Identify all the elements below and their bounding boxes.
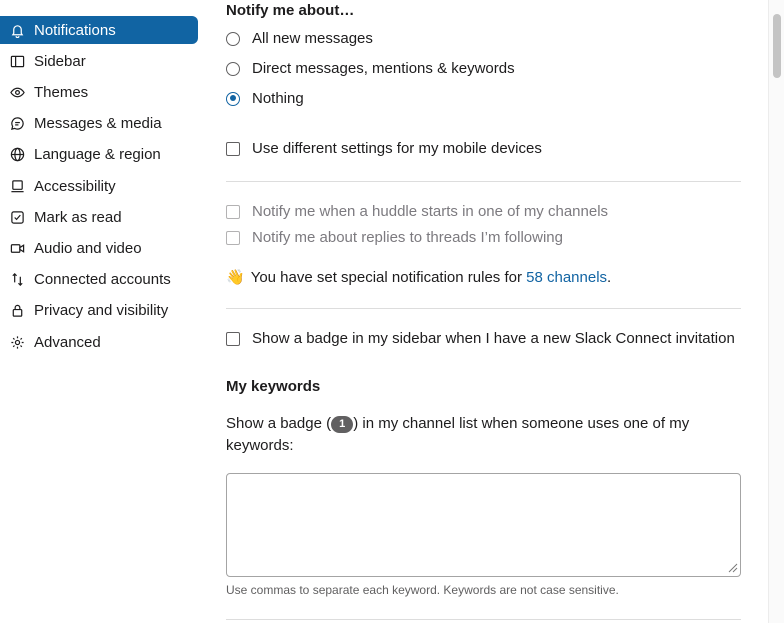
slack-connect-badge-checkbox[interactable] bbox=[226, 331, 240, 346]
option-nothing[interactable]: Nothing bbox=[226, 90, 304, 107]
lock-icon bbox=[9, 302, 25, 318]
sidebar-item-label: Audio and video bbox=[34, 239, 142, 257]
preferences-sidebar: Notifications Sidebar Themes Messages & … bbox=[0, 0, 205, 623]
sidebar-item-messages-media[interactable]: Messages & media bbox=[0, 109, 198, 137]
keywords-heading: My keywords bbox=[226, 378, 321, 395]
mobile-settings-checkbox[interactable] bbox=[226, 141, 240, 156]
vertical-scrollbar[interactable] bbox=[768, 0, 784, 623]
sidebar-item-mark-as-read[interactable]: Mark as read bbox=[0, 203, 198, 231]
sidebar-item-label: Notifications bbox=[34, 21, 116, 39]
option-label: Use different settings for my mobile dev… bbox=[252, 140, 542, 157]
sidebar-item-audio-video[interactable]: Audio and video bbox=[0, 234, 198, 262]
arrows-icon bbox=[9, 271, 25, 287]
divider bbox=[226, 181, 741, 182]
sidebar-item-privacy-visibility[interactable]: Privacy and visibility bbox=[0, 296, 198, 324]
sidebar-item-connected-accounts[interactable]: Connected accounts bbox=[0, 265, 198, 293]
radio-direct-messages[interactable] bbox=[226, 61, 240, 76]
radio-nothing[interactable] bbox=[226, 91, 240, 106]
sidebar-item-sidebar[interactable]: Sidebar bbox=[0, 47, 198, 75]
huddle-checkbox[interactable] bbox=[226, 204, 240, 219]
wave-emoji-icon: 👋 bbox=[226, 269, 245, 286]
huddle-option[interactable]: Notify me when a huddle starts in one of… bbox=[226, 203, 608, 220]
notify-heading: Notify me about… bbox=[226, 2, 355, 19]
message-icon bbox=[9, 115, 25, 131]
keywords-description: Show a badge (1) in my channel list when… bbox=[226, 413, 716, 457]
video-icon bbox=[9, 240, 25, 256]
sidebar-item-label: Advanced bbox=[34, 333, 101, 351]
sidebar-item-label: Themes bbox=[34, 83, 89, 101]
notifications-panel: Notify me about… All new messages Direct… bbox=[226, 0, 742, 623]
accessibility-icon bbox=[9, 178, 25, 194]
sidebar-item-notifications[interactable]: Notifications bbox=[0, 16, 198, 44]
special-rules-text: You have set special notification rules … bbox=[250, 269, 527, 286]
eye-icon bbox=[9, 84, 25, 100]
divider bbox=[226, 619, 741, 620]
option-label: Show a badge in my sidebar when I have a… bbox=[252, 330, 735, 347]
keywords-desc-before: Show a badge ( bbox=[226, 415, 332, 432]
sidebar-item-accessibility[interactable]: Accessibility bbox=[0, 172, 198, 200]
threads-option[interactable]: Notify me about replies to threads I’m f… bbox=[226, 229, 563, 246]
bell-icon bbox=[9, 22, 25, 38]
option-label: Nothing bbox=[252, 90, 304, 107]
special-rules-suffix: . bbox=[607, 269, 612, 286]
sidebar-item-label: Mark as read bbox=[34, 208, 122, 226]
option-label: All new messages bbox=[252, 30, 373, 47]
sidebar-item-language-region[interactable]: Language & region bbox=[0, 140, 198, 168]
keywords-input[interactable] bbox=[226, 473, 741, 577]
threads-checkbox[interactable] bbox=[226, 230, 240, 245]
scrollbar-thumb[interactable] bbox=[773, 14, 781, 78]
sidebar-item-themes[interactable]: Themes bbox=[0, 78, 198, 106]
mobile-settings-option[interactable]: Use different settings for my mobile dev… bbox=[226, 140, 542, 157]
sidebar-icon bbox=[9, 53, 25, 69]
sidebar-item-label: Privacy and visibility bbox=[34, 301, 169, 319]
option-direct-messages[interactable]: Direct messages, mentions & keywords bbox=[226, 60, 515, 77]
preferences-window: Notifications Sidebar Themes Messages & … bbox=[0, 0, 784, 623]
channels-link[interactable]: 58 channels bbox=[526, 269, 607, 286]
sidebar-item-label: Connected accounts bbox=[34, 270, 171, 288]
check-icon bbox=[9, 209, 25, 225]
resize-grip-icon[interactable] bbox=[726, 561, 738, 573]
option-all-new-messages[interactable]: All new messages bbox=[226, 30, 373, 47]
globe-icon bbox=[9, 146, 25, 162]
sidebar-item-label: Accessibility bbox=[34, 177, 116, 195]
divider bbox=[226, 308, 741, 309]
sidebar-item-label: Messages & media bbox=[34, 114, 162, 132]
sidebar-item-advanced[interactable]: Advanced bbox=[0, 328, 198, 356]
keywords-help-text: Use commas to separate each keyword. Key… bbox=[226, 583, 619, 597]
gear-icon bbox=[9, 334, 25, 350]
slack-connect-badge-option[interactable]: Show a badge in my sidebar when I have a… bbox=[226, 330, 735, 347]
option-label: Notify me when a huddle starts in one of… bbox=[252, 203, 609, 220]
option-label: Direct messages, mentions & keywords bbox=[252, 60, 515, 77]
radio-all-new-messages[interactable] bbox=[226, 31, 240, 46]
special-rules-notice: 👋 You have set special notification rules… bbox=[226, 268, 611, 286]
sidebar-item-label: Language & region bbox=[34, 145, 161, 163]
option-label: Notify me about replies to threads I’m f… bbox=[252, 229, 563, 246]
keyword-badge: 1 bbox=[331, 416, 354, 433]
sidebar-item-label: Sidebar bbox=[34, 52, 86, 70]
